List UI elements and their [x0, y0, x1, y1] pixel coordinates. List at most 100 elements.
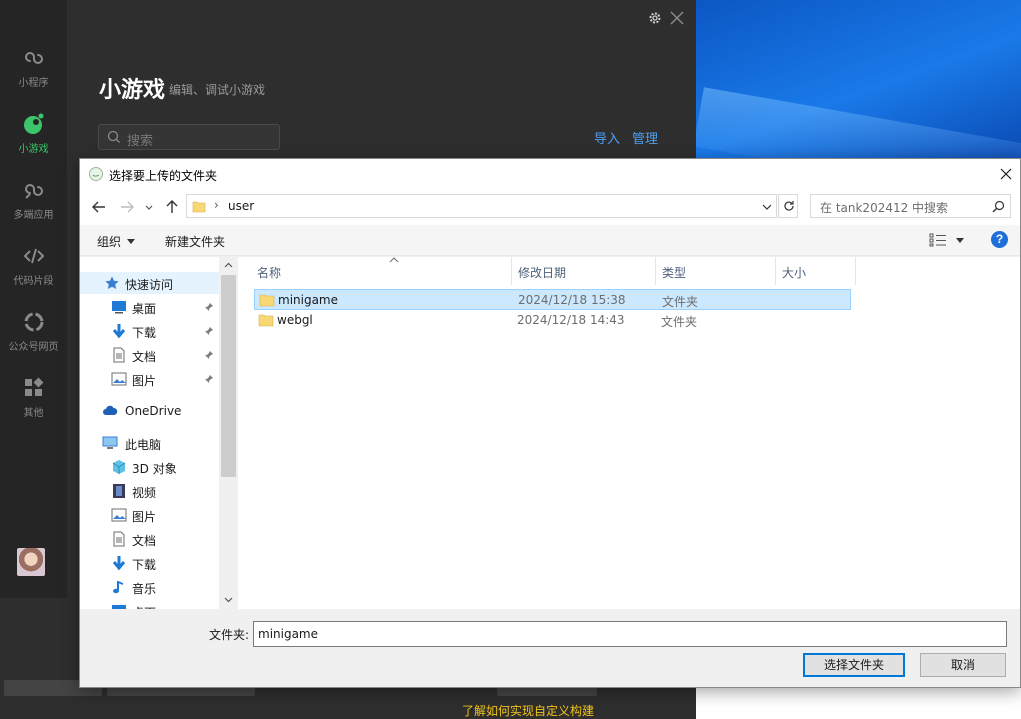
- nav-item-label: 3D 对象: [132, 462, 177, 476]
- nav-item-label: 此电脑: [125, 438, 162, 452]
- organize-button[interactable]: 组织: [97, 233, 136, 250]
- sidebar-item-other[interactable]: 其他: [0, 370, 67, 430]
- nav-item-pictures[interactable]: 图片: [80, 504, 219, 526]
- chevron-down-icon[interactable]: [144, 198, 154, 216]
- nav-item-label: 文档: [132, 350, 157, 364]
- custom-build-link[interactable]: 了解如何实现自定义构建: [462, 702, 594, 719]
- file-list: 名称 修改日期 类型 大小 minigame 2024/12/18 15:38 …: [238, 257, 1020, 609]
- computer-icon: [102, 436, 118, 449]
- address-bar[interactable]: › user: [186, 194, 777, 218]
- pin-icon[interactable]: [204, 302, 214, 312]
- cancel-button[interactable]: 取消: [920, 653, 1006, 677]
- nav-item-label: 图片: [132, 510, 157, 524]
- sidebar-item-official-account[interactable]: 公众号网页: [0, 304, 67, 364]
- nav-item-documents[interactable]: 文档: [80, 344, 219, 366]
- folder-picker-dialog: 选择要上传的文件夹 › user 在 tank202412 中搜索 组织 新建文…: [79, 158, 1021, 688]
- search-placeholder: 在 tank202412 中搜索: [820, 201, 949, 215]
- back-arrow-icon[interactable]: [90, 198, 108, 216]
- column-header-size[interactable]: 大小: [776, 257, 856, 285]
- help-icon[interactable]: ?: [991, 231, 1008, 248]
- nav-item-videos[interactable]: 视频: [80, 480, 219, 502]
- breadcrumb[interactable]: user: [228, 199, 254, 213]
- up-arrow-icon[interactable]: [163, 198, 181, 216]
- desktop-wallpaper: [696, 0, 1021, 160]
- chevron-down-icon[interactable]: [956, 238, 964, 243]
- sidebar-item-code-snippet[interactable]: 代码片段: [0, 238, 67, 298]
- app-logo-icon: [89, 167, 103, 181]
- forward-arrow-icon[interactable]: [118, 198, 136, 216]
- nav-item-desktop[interactable]: 桌面: [80, 296, 219, 318]
- view-options-icon[interactable]: [929, 233, 947, 247]
- sidebar-item-label: 其他: [23, 408, 44, 419]
- chevron-down-icon[interactable]: [224, 595, 233, 604]
- column-header-label: 修改日期: [518, 266, 567, 280]
- manage-link[interactable]: 管理: [632, 128, 658, 147]
- chevron-down-icon[interactable]: [762, 202, 772, 212]
- sidebar: 小程序 小游戏 多端应用 代码片段 公众号网页 其他: [0, 0, 67, 598]
- nav-item-quick-access[interactable]: 快速访问: [80, 272, 219, 294]
- nav-item-desktop[interactable]: 桌面: [80, 600, 219, 609]
- sidebar-item-label: 多端应用: [13, 210, 54, 221]
- column-header-name[interactable]: 名称: [251, 257, 512, 285]
- folder-icon: [258, 314, 274, 327]
- sidebar-item-miniprogram[interactable]: 小程序: [0, 40, 67, 100]
- download-arrow-icon: [112, 556, 126, 571]
- nav-item-label: 视频: [132, 486, 157, 500]
- sidebar-item-minigame[interactable]: 小游戏: [0, 106, 67, 166]
- pin-icon[interactable]: [204, 350, 214, 360]
- filename-input[interactable]: [258, 623, 998, 645]
- document-icon: [113, 347, 125, 363]
- file-date: 2024/12/18 14:43: [517, 313, 625, 327]
- nav-item-downloads[interactable]: 下载: [80, 552, 219, 574]
- column-header-type[interactable]: 类型: [656, 257, 776, 285]
- sort-arrow-icon: [389, 257, 399, 263]
- code-snippet-icon: [23, 248, 44, 264]
- nav-item-documents[interactable]: 文档: [80, 528, 219, 550]
- nav-item-this-pc[interactable]: 此电脑: [80, 432, 219, 454]
- document-icon: [113, 531, 125, 547]
- avatar[interactable]: [17, 548, 45, 576]
- close-icon[interactable]: [998, 166, 1014, 182]
- nav-item-3d-objects[interactable]: 3D 对象: [80, 456, 219, 478]
- gear-icon[interactable]: [648, 11, 662, 25]
- column-header-date[interactable]: 修改日期: [512, 257, 656, 285]
- cube-icon: [112, 460, 126, 474]
- star-icon: [105, 276, 119, 289]
- nav-scrollbar[interactable]: [220, 257, 237, 609]
- chevron-up-icon[interactable]: [224, 261, 233, 270]
- minigame-icon: [23, 113, 43, 134]
- chevron-down-icon: [127, 239, 136, 244]
- nav-item-pictures[interactable]: 图片: [80, 368, 219, 390]
- page-title: 小游戏: [99, 78, 166, 103]
- cloud-icon: [103, 405, 118, 415]
- nav-item-label: 下载: [132, 326, 157, 340]
- nav-item-downloads[interactable]: 下载: [80, 320, 219, 342]
- dialog-toolbar: 组织 新建文件夹 ?: [80, 225, 1020, 256]
- close-icon[interactable]: [669, 10, 685, 26]
- filename-field[interactable]: [253, 621, 1007, 647]
- nav-item-onedrive[interactable]: OneDrive: [80, 400, 219, 422]
- nav-item-label: 图片: [132, 374, 157, 388]
- nav-item-label: 文档: [132, 534, 157, 548]
- film-icon: [113, 484, 125, 498]
- music-note-icon: [113, 581, 123, 594]
- import-link[interactable]: 导入: [594, 128, 620, 147]
- search-input[interactable]: 搜索: [98, 124, 280, 150]
- sidebar-item-multiplatform[interactable]: 多端应用: [0, 172, 67, 232]
- file-row[interactable]: minigame 2024/12/18 15:38 文件夹: [254, 289, 851, 310]
- organize-label: 组织: [97, 235, 122, 249]
- picture-icon: [111, 508, 127, 522]
- sidebar-item-label: 代码片段: [13, 276, 54, 287]
- filename-label: 文件夹:: [209, 628, 250, 642]
- refresh-button[interactable]: [778, 194, 798, 218]
- new-folder-button[interactable]: 新建文件夹: [165, 233, 225, 250]
- file-row[interactable]: webgl 2024/12/18 14:43 文件夹: [254, 310, 851, 331]
- nav-item-label: 下载: [132, 558, 157, 572]
- multiplatform-icon: [24, 184, 43, 199]
- scrollbar-thumb[interactable]: [221, 275, 236, 477]
- pin-icon[interactable]: [204, 326, 214, 336]
- pin-icon[interactable]: [204, 374, 214, 384]
- search-input[interactable]: 在 tank202412 中搜索: [810, 194, 1011, 218]
- select-folder-button[interactable]: 选择文件夹: [803, 653, 905, 677]
- nav-item-music[interactable]: 音乐: [80, 576, 219, 598]
